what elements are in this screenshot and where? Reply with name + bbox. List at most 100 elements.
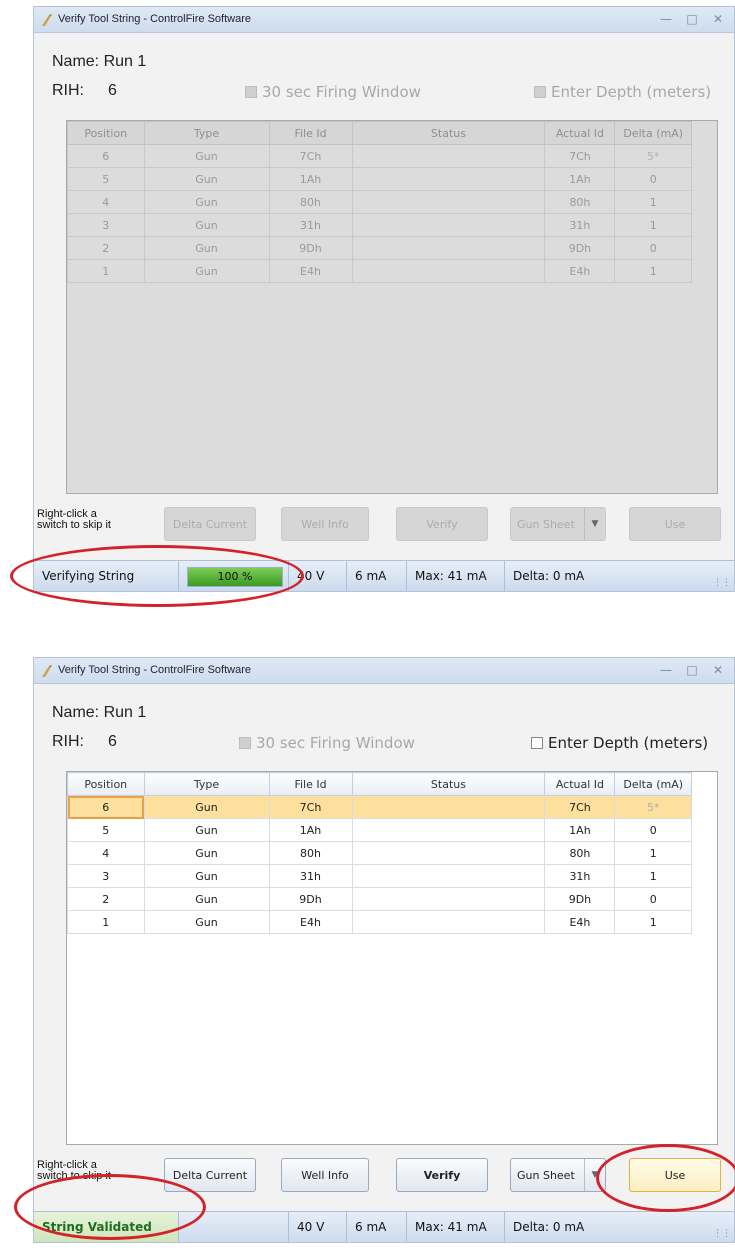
cell-type: Gun <box>143 818 270 842</box>
resize-grip-icon[interactable]: ⋮⋮ <box>713 578 731 588</box>
enter-depth-checkbox[interactable]: Enter Depth (meters) <box>534 83 711 101</box>
table-row[interactable]: 4 Gun 80h 80h 1 <box>67 841 692 865</box>
table-row[interactable]: 3 Gun 31h 31h 1 <box>67 864 692 888</box>
verify-button[interactable]: Verify <box>396 507 488 541</box>
window-title: Verify Tool String - ControlFire Softwar… <box>58 664 251 676</box>
minimize-icon[interactable]: — <box>656 662 676 678</box>
column-header-status[interactable]: Status <box>351 121 546 145</box>
enter-depth-label: Enter Depth (meters) <box>548 734 709 752</box>
well-info-button[interactable]: Well Info <box>281 1158 369 1192</box>
cell-delta: 1 <box>614 864 692 888</box>
cell-type: Gun <box>143 236 270 260</box>
table-row[interactable]: 1 Gun E4h E4h 1 <box>67 910 692 934</box>
enter-depth-checkbox[interactable]: Enter Depth (meters) <box>531 734 708 752</box>
cell-file-id: 80h <box>268 841 353 865</box>
cell-file-id: E4h <box>268 910 353 934</box>
current-readout: 6 mA <box>347 1212 407 1242</box>
voltage-readout: 40 V <box>289 561 347 591</box>
firing-window-checkbox[interactable]: 30 sec Firing Window <box>239 734 415 752</box>
cell-delta: 1 <box>614 190 692 214</box>
cell-position: 3 <box>67 213 145 237</box>
firing-window-checkbox[interactable]: 30 sec Firing Window <box>245 83 421 101</box>
gun-sheet-label: Gun Sheet <box>517 517 575 531</box>
column-header-position[interactable]: Position <box>67 121 145 145</box>
cell-actual-id: 7Ch <box>544 144 616 168</box>
minimize-icon[interactable]: — <box>656 11 676 27</box>
column-header-actual-id[interactable]: Actual Id <box>544 121 616 145</box>
cell-actual-id: 31h <box>544 213 616 237</box>
table-row[interactable]: 2 Gun 9Dh 9Dh 0 <box>67 236 692 260</box>
app-icon <box>42 665 52 677</box>
column-header-type[interactable]: Type <box>143 772 270 796</box>
status-bar: Verifying String 100 % 40 V 6 mA Max: 41… <box>34 560 734 591</box>
cell-status <box>351 795 546 819</box>
delta-current-button[interactable]: Delta Current <box>164 1158 256 1192</box>
cell-file-id: 1Ah <box>268 818 353 842</box>
chevron-down-icon[interactable]: ▼ <box>584 1159 605 1191</box>
cell-status <box>351 818 546 842</box>
table-row-selected[interactable]: 6 Gun 7Ch 7Ch 5* <box>67 795 692 819</box>
cell-file-id: 7Ch <box>268 144 353 168</box>
table-row[interactable]: 1 Gun E4h E4h 1 <box>67 259 692 283</box>
use-button[interactable]: Use <box>629 1158 721 1192</box>
well-info-button[interactable]: Well Info <box>281 507 369 541</box>
name-value: Run 1 <box>103 704 147 721</box>
delta-current-readout: Delta: 0 mA <box>513 569 585 583</box>
cell-delta: 1 <box>614 259 692 283</box>
cell-file-id: 7Ch <box>268 795 353 819</box>
verify-button[interactable]: Verify <box>396 1158 488 1192</box>
cell-position: 5 <box>67 167 145 191</box>
table-row[interactable]: 2 Gun 9Dh 9Dh 0 <box>67 887 692 911</box>
maximize-icon[interactable]: □ <box>682 11 702 27</box>
cell-file-id: 80h <box>268 190 353 214</box>
app-icon <box>42 14 52 26</box>
cell-position: 1 <box>67 910 145 934</box>
title-bar: Verify Tool String - ControlFire Softwar… <box>34 7 734 33</box>
column-header-delta[interactable]: Delta (mA) <box>614 121 692 145</box>
cell-file-id: 9Dh <box>268 887 353 911</box>
rih-value: 6 <box>108 82 117 99</box>
cell-type: Gun <box>143 887 270 911</box>
column-header-position[interactable]: Position <box>67 772 145 796</box>
cell-actual-id: 9Dh <box>544 887 616 911</box>
cell-delta: 1 <box>614 841 692 865</box>
delta-current-button[interactable]: Delta Current <box>164 507 256 541</box>
close-icon[interactable]: ✕ <box>708 662 728 678</box>
gun-sheet-button[interactable]: Gun Sheet ▼ <box>510 1158 606 1192</box>
table-row[interactable]: 5 Gun 1Ah 1Ah 0 <box>67 167 692 191</box>
skip-switch-hint: Right-click a switch to skip it <box>37 1159 111 1182</box>
cell-status <box>351 236 546 260</box>
title-bar: Verify Tool String - ControlFire Softwar… <box>34 658 734 684</box>
use-button[interactable]: Use <box>629 507 721 541</box>
table-row[interactable]: 6 Gun 7Ch 7Ch 5* <box>67 144 692 168</box>
cell-position: 3 <box>67 864 145 888</box>
verify-window-verifying: Verify Tool String - ControlFire Softwar… <box>33 6 735 592</box>
cell-status <box>351 887 546 911</box>
table-row[interactable]: 4 Gun 80h 80h 1 <box>67 190 692 214</box>
gun-sheet-button[interactable]: Gun Sheet ▼ <box>510 507 606 541</box>
column-header-actual-id[interactable]: Actual Id <box>544 772 616 796</box>
cell-actual-id: 7Ch <box>544 795 616 819</box>
column-header-file-id[interactable]: File Id <box>268 772 353 796</box>
cell-type: Gun <box>143 910 270 934</box>
cell-position: 4 <box>67 190 145 214</box>
column-header-delta[interactable]: Delta (mA) <box>614 772 692 796</box>
current-readout: 6 mA <box>347 561 407 591</box>
column-header-file-id[interactable]: File Id <box>268 121 353 145</box>
firing-window-label: 30 sec Firing Window <box>262 83 421 101</box>
verify-window-validated: Verify Tool String - ControlFire Softwar… <box>33 657 735 1243</box>
cell-position: 6 <box>67 795 145 819</box>
table-row[interactable]: 3 Gun 31h 31h 1 <box>67 213 692 237</box>
cell-actual-id: 80h <box>544 841 616 865</box>
column-header-status[interactable]: Status <box>351 772 546 796</box>
cell-delta: 1 <box>614 213 692 237</box>
resize-grip-icon[interactable]: ⋮⋮ <box>713 1229 731 1239</box>
column-header-type[interactable]: Type <box>143 121 270 145</box>
close-icon[interactable]: ✕ <box>708 11 728 27</box>
cell-type: Gun <box>143 841 270 865</box>
cell-position: 2 <box>67 887 145 911</box>
table-row[interactable]: 5 Gun 1Ah 1Ah 0 <box>67 818 692 842</box>
cell-status <box>351 259 546 283</box>
chevron-down-icon[interactable]: ▼ <box>584 508 605 540</box>
maximize-icon[interactable]: □ <box>682 662 702 678</box>
